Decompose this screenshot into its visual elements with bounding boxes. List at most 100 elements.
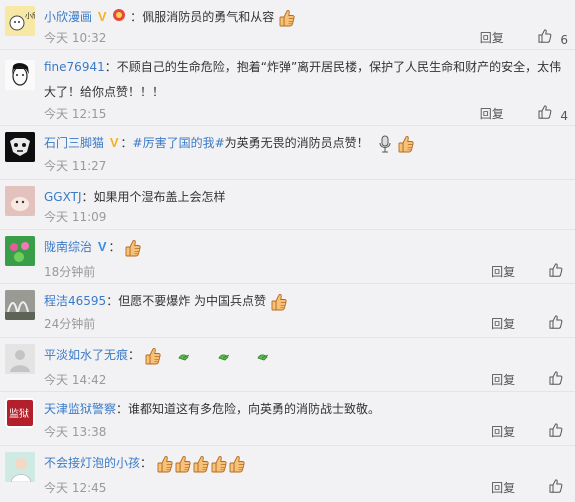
comment-text: 为英勇无畏的消防员点赞！: [224, 136, 369, 150]
like-icon: [549, 479, 563, 493]
comment-item: 陇南综治 V： 18分钟前 回复: [0, 230, 575, 284]
colon: ：: [106, 294, 119, 308]
comment-item: 小欣 小欣漫画 V ：佩服消防员的勇气和从容 今天 10:32 回复 6: [0, 0, 575, 50]
avatar[interactable]: [5, 290, 35, 320]
username-link[interactable]: 平淡如水了无痕: [44, 348, 128, 362]
thumbs-up-emoji-icon: [211, 455, 227, 473]
like-icon: [538, 105, 552, 119]
avatar[interactable]: [5, 236, 35, 266]
username-link[interactable]: 石门三脚猫: [44, 136, 104, 150]
avatar[interactable]: 监狱: [5, 398, 35, 428]
avatar-image: [5, 290, 35, 320]
reply-button[interactable]: 回复: [491, 315, 515, 332]
verified-badge-icon[interactable]: V: [110, 135, 119, 150]
username-link[interactable]: 程洁46595: [44, 294, 106, 308]
like-icon: [549, 423, 563, 437]
green-sprout-emoji-icon: [257, 353, 269, 360]
comment-item: 石门三脚猫 V ：#厉害了国的我#为英勇无畏的消防员点赞！ 今天 11:27: [0, 126, 575, 180]
reply-button[interactable]: 回复: [491, 423, 515, 440]
thumbs-up-emoji-icon: [157, 455, 173, 473]
avatar[interactable]: [5, 452, 35, 482]
timestamp: 24分钟前: [44, 317, 96, 331]
thumbs-up-emoji-icon: [398, 135, 414, 153]
colon: ：: [120, 136, 133, 150]
avatar[interactable]: [5, 344, 35, 374]
like-button[interactable]: [549, 479, 568, 496]
green-sprout-emoji-icon: [178, 353, 189, 360]
comment-item: fine76941：不顾自己的生命危险，抱着“炸弹”离开居民楼，保护了人民生命和…: [0, 50, 575, 126]
thumbs-up-emoji-icon: [193, 455, 209, 473]
timestamp: 今天 11:27: [44, 159, 107, 173]
like-button[interactable]: [549, 263, 568, 280]
like-icon: [549, 263, 563, 277]
thumbs-up-emoji-icon: [125, 239, 141, 257]
username-link[interactable]: 不会接灯泡的小孩: [44, 456, 140, 470]
like-count: 6: [560, 32, 568, 47]
comment-text: 谁都知道这有多危险，向英勇的消防战士致敬。: [128, 402, 381, 416]
username-link[interactable]: fine76941: [44, 60, 105, 74]
thumbs-up-emoji-icon: [145, 347, 161, 365]
avatar-image: [5, 186, 35, 216]
reply-button[interactable]: 回复: [491, 479, 515, 496]
verified-badge-icon[interactable]: V: [98, 9, 107, 24]
comment-text: 如果用个湿布盖上会怎样: [93, 190, 226, 204]
like-button[interactable]: [549, 371, 568, 388]
green-sprout-emoji-icon: [217, 353, 229, 360]
microphone-emoji-icon: [379, 135, 390, 152]
timestamp: 今天 12:45: [44, 481, 107, 495]
thumbs-up-emoji-icon: [175, 455, 191, 473]
medal-icon[interactable]: [112, 8, 126, 28]
username-link[interactable]: 天津监狱警察: [44, 402, 116, 416]
colon: ：: [108, 240, 121, 254]
avatar-image: [5, 60, 35, 90]
avatar-image: [5, 452, 35, 482]
colon: ：: [81, 190, 94, 204]
timestamp: 今天 14:42: [44, 373, 107, 387]
reply-button[interactable]: 回复: [480, 105, 504, 122]
avatar[interactable]: [5, 60, 35, 90]
comment-item: 程洁46595：但愿不要爆炸 为中国兵点赞 24分钟前 回复: [0, 284, 575, 338]
avatar-image: 小欣: [5, 6, 35, 36]
username-link[interactable]: 小欣漫画: [44, 10, 92, 24]
avatar-text: 监狱: [9, 407, 29, 420]
like-button[interactable]: [549, 315, 568, 332]
colon: ：: [130, 10, 143, 24]
comment-text: 但愿不要爆炸 为中国兵点赞: [118, 294, 267, 308]
avatar[interactable]: 小欣: [5, 6, 35, 36]
like-button[interactable]: [549, 423, 568, 440]
comment-item: GGXTJ：如果用个湿布盖上会怎样 今天 11:09: [0, 180, 575, 230]
thumbs-up-emoji-icon: [229, 455, 245, 473]
avatar-image: [5, 236, 35, 266]
reply-button[interactable]: 回复: [480, 29, 504, 46]
colon: ：: [140, 456, 153, 470]
timestamp: 18分钟前: [44, 265, 96, 279]
colon: ：: [128, 348, 141, 362]
comment-item: 平淡如水了无痕： 今天 14:42 回复: [0, 338, 575, 392]
avatar-text: 小欣: [25, 11, 35, 20]
avatar-image: 监狱: [5, 398, 35, 428]
reply-button[interactable]: 回复: [491, 263, 515, 280]
reply-button[interactable]: 回复: [491, 371, 515, 388]
comment-text: 佩服消防员的勇气和从容: [142, 10, 275, 24]
thumbs-up-emoji-icon: [271, 293, 287, 311]
default-avatar-icon: [5, 344, 35, 374]
verified-badge-icon[interactable]: V: [98, 239, 107, 254]
like-button[interactable]: 4: [538, 105, 568, 123]
avatar[interactable]: [5, 132, 35, 162]
like-button[interactable]: 6: [538, 29, 568, 47]
thumbs-up-emoji-icon: [279, 9, 295, 27]
timestamp: 今天 10:32: [44, 31, 107, 45]
like-icon: [538, 29, 552, 43]
avatar-image: [5, 132, 35, 162]
username-link[interactable]: 陇南综治: [44, 240, 92, 254]
colon: ：: [104, 60, 117, 74]
comment-item: 不会接灯泡的小孩： 今天 12:45 回复: [0, 446, 575, 502]
comment-item: 监狱 天津监狱警察：谁都知道这有多危险，向英勇的消防战士致敬。 今天 13:38…: [0, 392, 575, 446]
hashtag-link[interactable]: #厉害了国的我#: [133, 136, 225, 150]
like-icon: [549, 371, 563, 385]
username-link[interactable]: GGXTJ: [44, 190, 81, 204]
avatar[interactable]: [5, 186, 35, 216]
timestamp: 今天 11:09: [44, 210, 107, 224]
like-icon: [549, 315, 563, 329]
timestamp: 今天 13:38: [44, 425, 107, 439]
